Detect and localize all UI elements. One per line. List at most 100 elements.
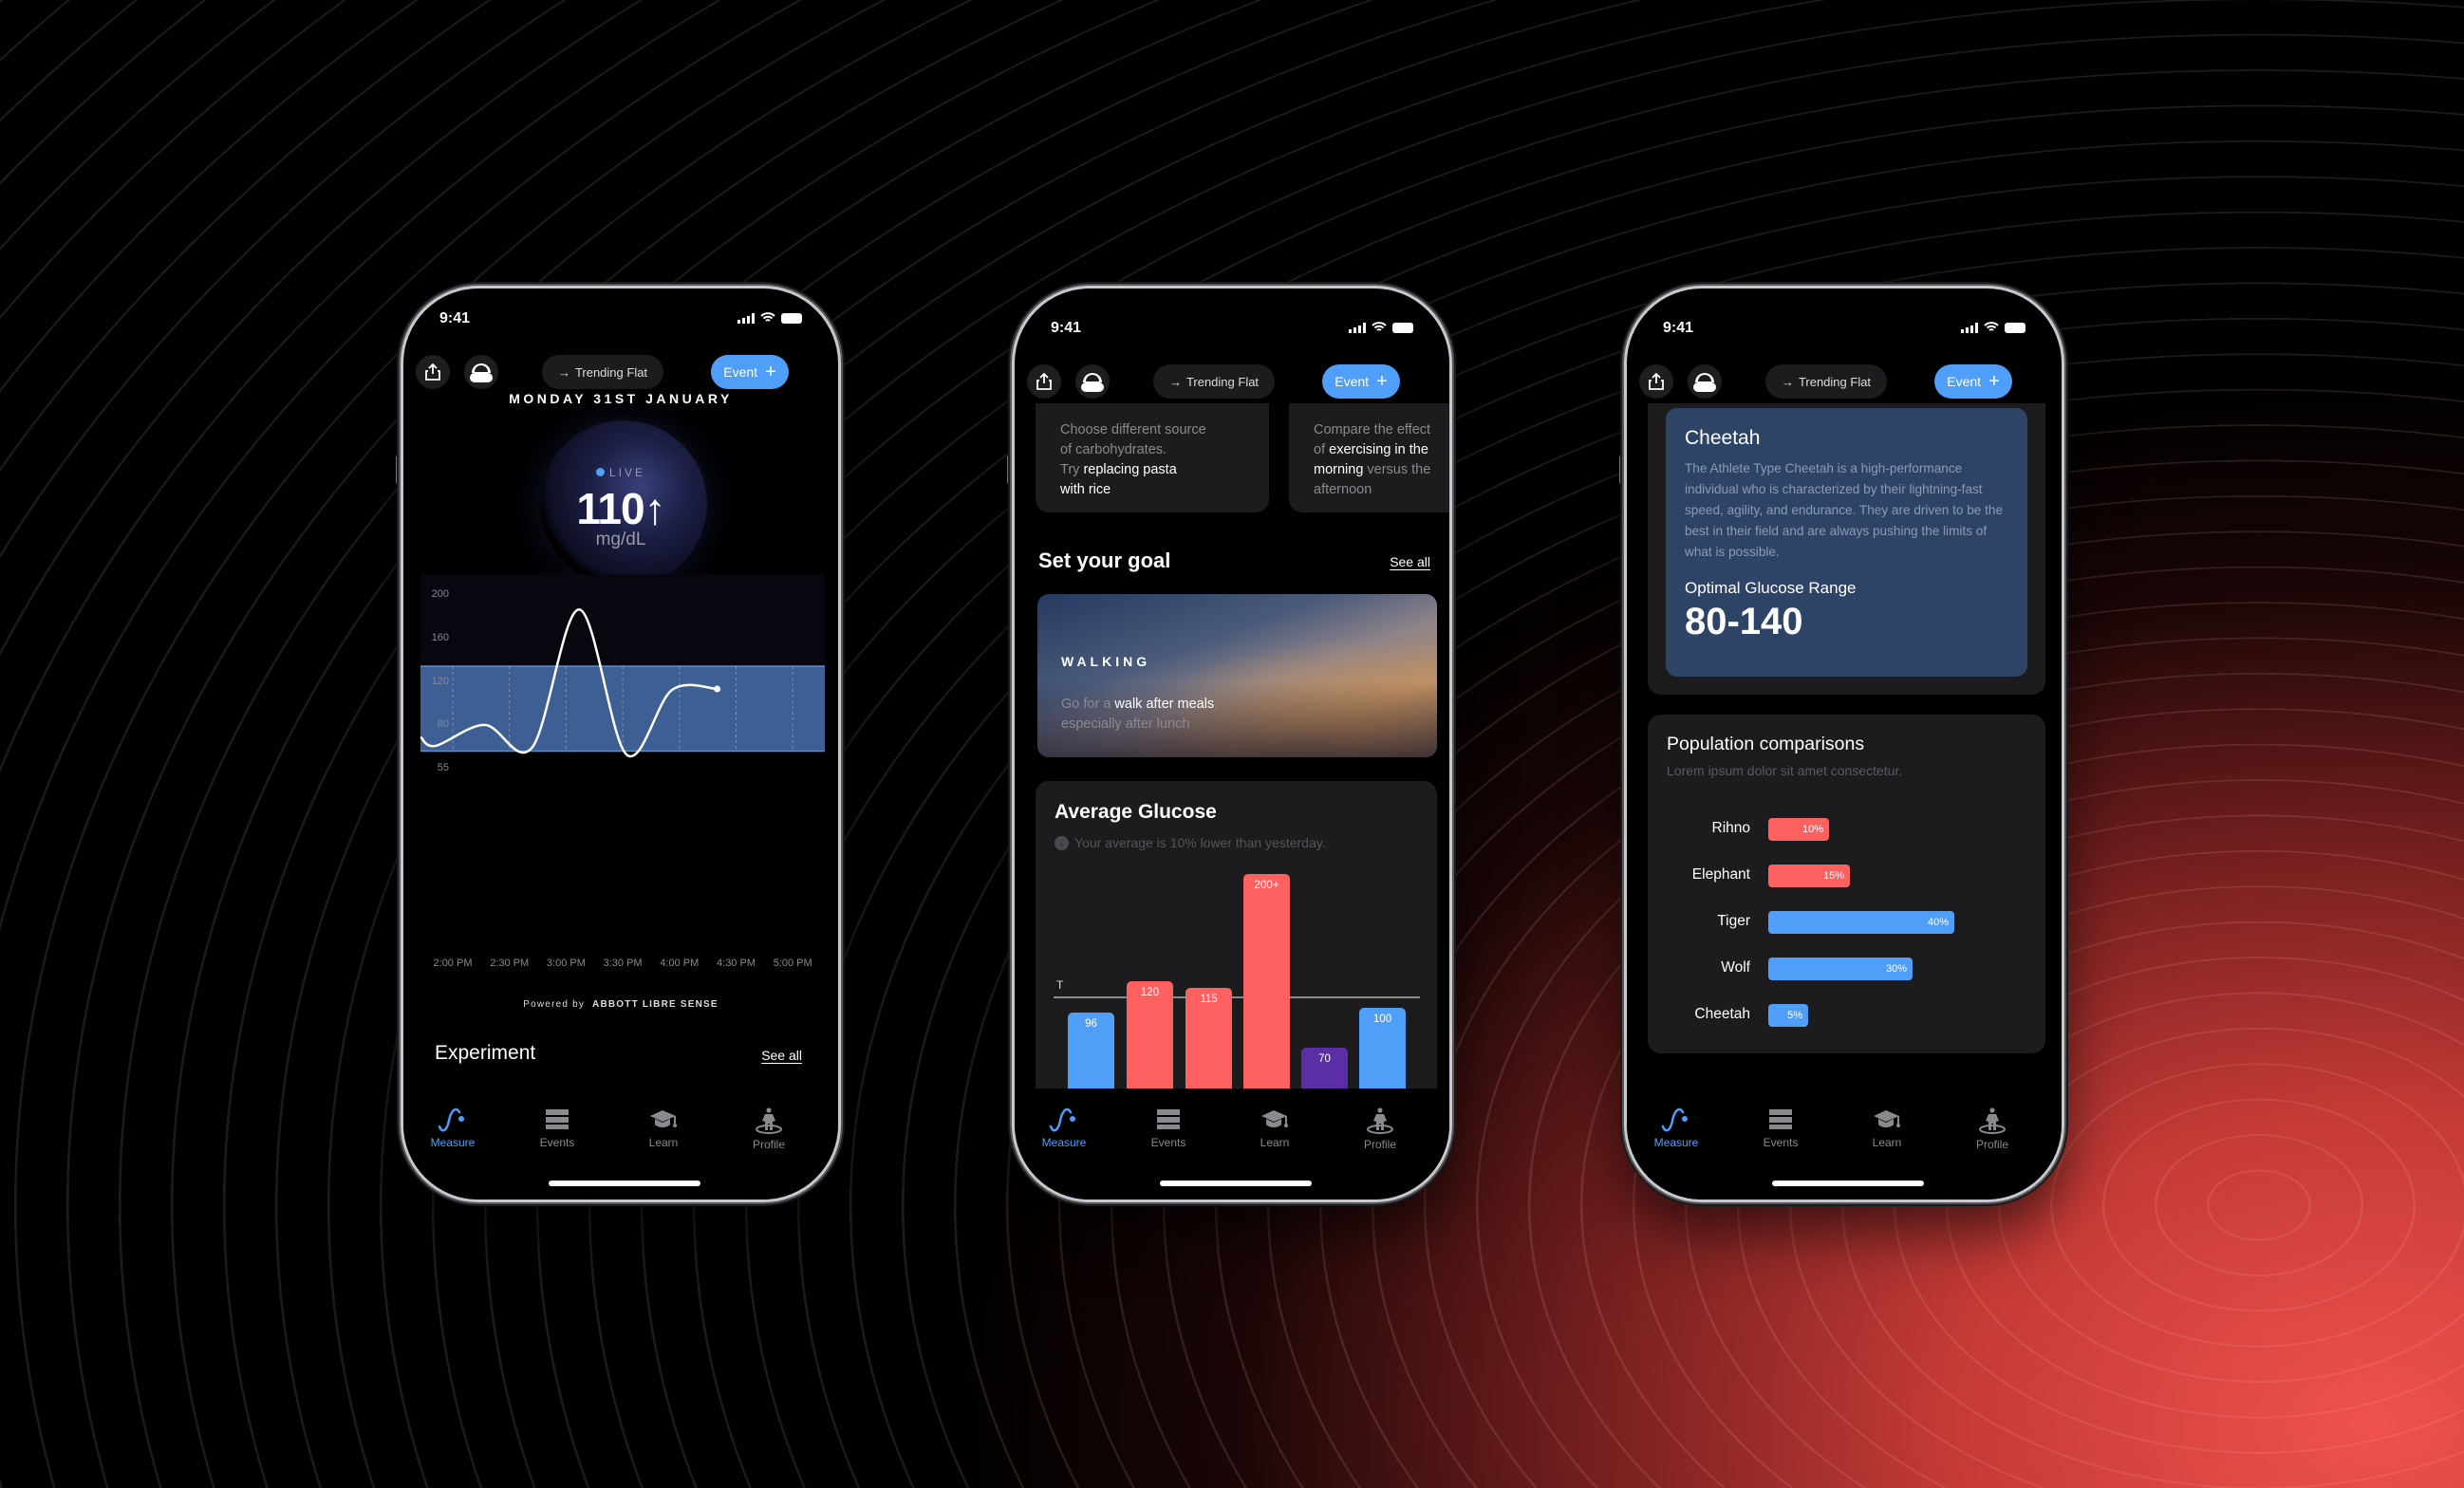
signal-icon xyxy=(1961,322,1978,333)
athlete-name: Cheetah xyxy=(1685,427,1761,449)
bar[interactable]: 100 xyxy=(1359,1007,1406,1088)
wave-icon xyxy=(410,1107,495,1132)
percent-label: 10% xyxy=(1801,824,1823,835)
tab-learn[interactable]: Learn xyxy=(1844,1107,1930,1149)
tab-profile[interactable]: Profile xyxy=(726,1107,812,1151)
event-label: Event xyxy=(1947,374,1982,389)
wave-icon xyxy=(1021,1107,1107,1132)
population-bar: 10% xyxy=(1768,818,1829,841)
x-tick-label: 2:30 PM xyxy=(490,958,529,969)
y-tick-label: 55 xyxy=(438,762,449,773)
text-segment: exercising in the xyxy=(1329,442,1428,457)
tab-label: Learn xyxy=(648,1136,679,1149)
add-event-button[interactable]: Event + xyxy=(1934,364,2012,399)
y-tick-label: 200 xyxy=(432,588,449,600)
bar-value-label: 96 xyxy=(1085,1018,1097,1031)
event-label: Event xyxy=(1335,374,1370,389)
share-button[interactable] xyxy=(1027,364,1061,399)
tab-bar: Measure Events Learn Profile xyxy=(1015,1088,1449,1200)
tab-measure[interactable]: Measure xyxy=(1021,1107,1107,1149)
athlete-detail-panel: Cheetah The Athlete Type Cheetah is a hi… xyxy=(1666,408,2027,677)
tab-label: Profile xyxy=(1975,1138,2008,1151)
text-segment: Compare the effect xyxy=(1314,422,1431,437)
tab-label: Learn xyxy=(1260,1136,1290,1149)
wifi-icon xyxy=(1984,322,1999,331)
bar-value-label: 200+ xyxy=(1254,880,1279,892)
tab-learn[interactable]: Learn xyxy=(1232,1107,1317,1149)
scroll-content[interactable]: Choose different source of carbohydrates.… xyxy=(1015,403,1449,1088)
x-tick-label: 4:00 PM xyxy=(660,958,699,969)
population-bar: 15% xyxy=(1768,865,1850,887)
tab-label: Events xyxy=(1763,1136,1799,1149)
row-label: Cheetah xyxy=(1694,1006,1750,1022)
share-button[interactable] xyxy=(1639,364,1673,399)
tab-measure[interactable]: Measure xyxy=(410,1107,495,1149)
range-value: 80-140 xyxy=(1685,601,1803,642)
population-bar: 30% xyxy=(1768,958,1913,980)
battery-icon xyxy=(1392,322,1413,333)
arrow-right-icon: → xyxy=(1781,374,1794,389)
trend-status-pill[interactable]: → Trending Flat xyxy=(1153,364,1275,399)
avatar-button[interactable] xyxy=(1075,364,1110,399)
percent-label: 40% xyxy=(1927,917,1949,928)
walking-goal-card[interactable]: WALKING Go for a walk after meals, especi… xyxy=(1037,594,1437,757)
population-subtitle: Lorem ipsum dolor sit amet consectetur. xyxy=(1667,763,1903,778)
graduation-cap-icon xyxy=(621,1107,706,1132)
experiment-card[interactable]: Choose different source of carbohydrates.… xyxy=(1036,403,1269,512)
tab-profile[interactable]: Profile xyxy=(1337,1107,1423,1151)
y-tick-label: 120 xyxy=(432,676,449,687)
helmet-avatar-icon xyxy=(1081,373,1104,392)
see-all-link[interactable]: See all xyxy=(761,1048,802,1063)
phone-profile-screen: 9:41 → Trending Flat Event + Cheetah The A… xyxy=(1624,286,2064,1202)
bar[interactable]: 96 xyxy=(1068,1013,1114,1088)
text-segment: afternoon xyxy=(1314,482,1372,497)
athlete-description: The Athlete Type Cheetah is a high-perfo… xyxy=(1685,461,2004,559)
population-bar: 40% xyxy=(1768,911,1954,934)
text-segment: Try xyxy=(1060,462,1084,477)
bar-value-label: 115 xyxy=(1200,993,1218,1005)
bar[interactable]: 200+ xyxy=(1243,874,1290,1088)
wifi-icon xyxy=(1372,322,1387,331)
plus-icon: + xyxy=(1376,371,1388,392)
home-indicator[interactable] xyxy=(1772,1181,1924,1186)
home-indicator[interactable] xyxy=(549,1181,700,1186)
tab-events[interactable]: Events xyxy=(1126,1107,1211,1149)
row-label: Elephant xyxy=(1691,866,1750,883)
bar[interactable]: 120 xyxy=(1127,980,1173,1088)
goal-section-title: Set your goal xyxy=(1038,549,1171,572)
tab-label: Profile xyxy=(1363,1138,1396,1151)
tab-events[interactable]: Events xyxy=(1738,1107,1823,1149)
status-time: 9:41 xyxy=(1051,320,1082,336)
trend-status-pill[interactable]: → Trending Flat xyxy=(1765,364,1887,399)
tab-profile[interactable]: Profile xyxy=(1950,1107,2035,1151)
chart-background xyxy=(420,574,825,665)
bar[interactable]: 70 xyxy=(1301,1047,1348,1088)
tab-events[interactable]: Events xyxy=(514,1107,600,1149)
see-all-link[interactable]: See all xyxy=(1390,554,1430,569)
powered-by-label: Powered by xyxy=(523,999,586,1010)
average-glucose-card: Average Glucose ↓ Your average is 10% lo… xyxy=(1036,781,1437,1088)
person-icon xyxy=(1337,1107,1423,1134)
tab-learn[interactable]: Learn xyxy=(621,1107,706,1149)
scroll-content[interactable]: Cheetah The Athlete Type Cheetah is a hi… xyxy=(1627,403,2062,1088)
plus-icon: + xyxy=(1988,371,2000,392)
add-event-button[interactable]: Event + xyxy=(1322,364,1400,399)
experiment-card[interactable]: Compare the effect of exercising in the mo… xyxy=(1289,403,1449,512)
tab-label: Measure xyxy=(1653,1136,1699,1149)
x-tick-label: 5:00 PM xyxy=(774,958,812,969)
home-indicator[interactable] xyxy=(1160,1181,1312,1186)
tab-measure[interactable]: Measure xyxy=(1633,1107,1719,1149)
x-tick-label: 3:00 PM xyxy=(547,958,586,969)
row-label: Tiger xyxy=(1717,913,1750,929)
bar-value-label: 120 xyxy=(1140,986,1160,998)
avatar-button[interactable] xyxy=(1688,364,1722,399)
tab-label: Profile xyxy=(752,1138,785,1151)
text-segment: morning xyxy=(1314,462,1364,477)
trend-label: Trending Flat xyxy=(1798,374,1872,389)
bar[interactable]: 115 xyxy=(1185,987,1232,1088)
y-tick-label: 80 xyxy=(438,718,449,730)
tab-label: Measure xyxy=(1041,1136,1087,1149)
population-title: Population comparisons xyxy=(1667,734,1865,754)
share-icon xyxy=(1036,373,1052,390)
bar-value-label: 70 xyxy=(1318,1052,1331,1065)
